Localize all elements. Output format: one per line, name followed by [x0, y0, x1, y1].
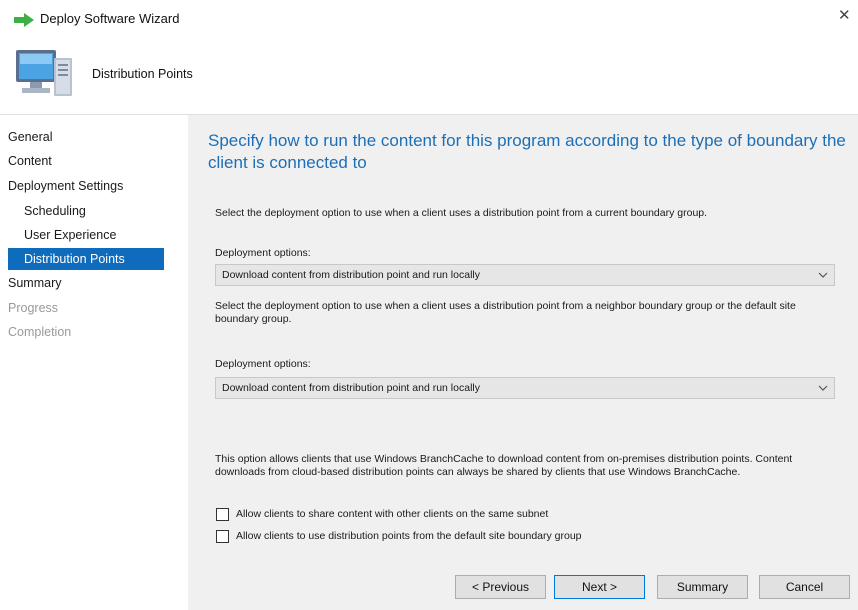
checkbox-label: Allow clients to share content with othe…: [236, 508, 549, 520]
default-site-boundary-checkbox[interactable]: [216, 530, 229, 543]
deployment-options-label-2: Deployment options:: [215, 358, 311, 370]
select-value: Download content from distribution point…: [222, 382, 480, 394]
next-button[interactable]: Next >: [554, 575, 645, 599]
chevron-down-icon: [818, 265, 828, 285]
sidebar-item-label: Summary: [8, 276, 62, 290]
sidebar-item-label: User Experience: [24, 228, 117, 242]
deployment-options-select-1[interactable]: Download content from distribution point…: [215, 264, 835, 286]
wizard-content: Specify how to run the content for this …: [188, 115, 858, 560]
window-title: Deploy Software Wizard: [40, 11, 180, 26]
sidebar-item-content[interactable]: Content: [8, 150, 186, 172]
sidebar-item-label: Deployment Settings: [8, 179, 124, 193]
wizard-footer: < Previous Next > Summary Cancel: [188, 560, 858, 610]
current-boundary-description: Select the deployment option to use when…: [215, 207, 708, 219]
sidebar-item-general[interactable]: General: [8, 126, 186, 148]
wizard-banner: Distribution Points: [0, 36, 858, 114]
sidebar-item-label: General: [8, 130, 53, 144]
branchcache-description: This option allows clients that use Wind…: [215, 453, 793, 478]
select-value: Download content from distribution point…: [222, 269, 480, 281]
sidebar-item-label: Scheduling: [24, 204, 86, 218]
close-icon[interactable]: ✕: [838, 6, 858, 30]
page-title: Specify how to run the content for this …: [208, 131, 846, 172]
sidebar-item-completion: Completion: [8, 321, 186, 343]
sidebar-item-label: Distribution Points: [24, 252, 125, 266]
sidebar-item-scheduling[interactable]: Scheduling: [8, 200, 150, 222]
sidebar-item-deployment-settings[interactable]: Deployment Settings: [8, 175, 186, 197]
sidebar-item-label: Content: [8, 154, 52, 168]
green-arrow-icon: [14, 13, 34, 27]
sidebar-item-label: Progress: [8, 301, 59, 315]
sidebar-item-progress: Progress: [8, 297, 186, 319]
share-content-checkbox[interactable]: [216, 508, 229, 521]
sidebar-item-label: Completion: [8, 325, 72, 339]
previous-button[interactable]: < Previous: [455, 575, 546, 599]
chevron-down-icon: [818, 378, 828, 398]
wizard-sidebar: General Content Deployment Settings Sche…: [0, 115, 188, 610]
banner-title: Distribution Points: [92, 67, 193, 81]
neighbor-boundary-description: Select the deployment option to use when…: [215, 300, 796, 325]
summary-button[interactable]: Summary: [657, 575, 748, 599]
title-bar: Deploy Software Wizard ✕: [0, 0, 858, 36]
deployment-options-label-1: Deployment options:: [215, 247, 311, 259]
sidebar-item-distribution-points[interactable]: Distribution Points: [8, 248, 164, 270]
sidebar-item-summary[interactable]: Summary: [8, 272, 186, 294]
deployment-options-select-2[interactable]: Download content from distribution point…: [215, 377, 835, 399]
checkbox-label: Allow clients to use distribution points…: [236, 530, 582, 542]
sidebar-item-user-experience[interactable]: User Experience: [8, 224, 150, 246]
cancel-button[interactable]: Cancel: [759, 575, 850, 599]
computer-icon: [14, 44, 76, 102]
